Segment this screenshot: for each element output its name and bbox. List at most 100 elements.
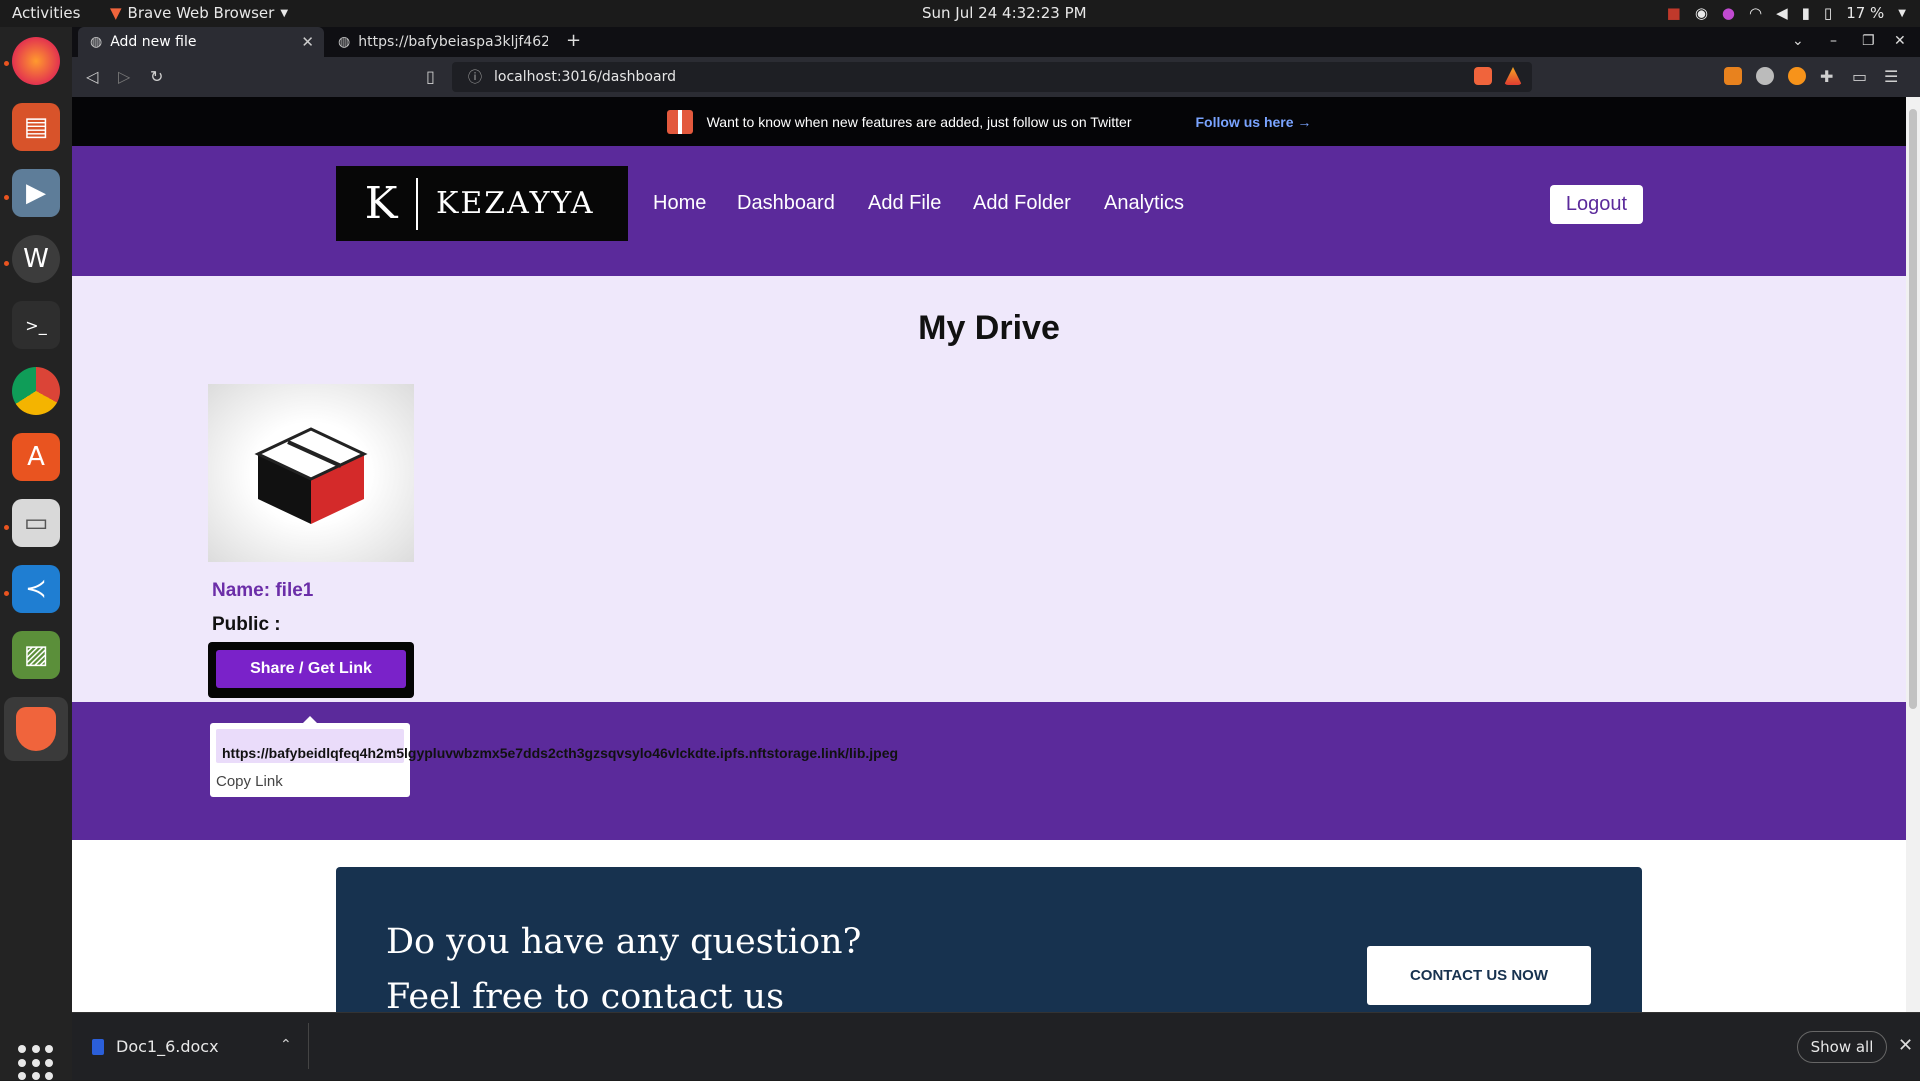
tab-add-new-file[interactable]: ◍ Add new file ✕: [78, 27, 324, 57]
browser-toolbar: ◁ ▷ ↻ ▯ ⓘ localhost:3016/dashboard ✚ ▭ ☰: [72, 57, 1920, 97]
brave-shields-icon[interactable]: [1474, 67, 1492, 85]
app-menu-label: Brave Web Browser: [127, 4, 275, 22]
follow-us-link[interactable]: Follow us here →: [1196, 114, 1312, 130]
tab-ipfs-link[interactable]: ◍ https://bafybeiaspa3kljf462x: [326, 27, 548, 57]
running-indicator: [4, 261, 9, 266]
dock: ▤ ▶ W >_ A ▭ ≺ ▨: [0, 27, 72, 1081]
image-viewer-icon[interactable]: ▨: [12, 631, 60, 679]
new-tab-button[interactable]: +: [566, 30, 581, 51]
file-public-label: Public :: [212, 614, 281, 635]
page-viewport: Want to know when new features are added…: [72, 97, 1906, 1012]
download-item[interactable]: Doc1_6.docx: [92, 1037, 219, 1056]
show-applications-icon[interactable]: [18, 1045, 54, 1081]
flag-icon: ■: [1666, 4, 1681, 22]
close-icon[interactable]: ✕: [301, 33, 314, 51]
page-title: My Drive: [918, 309, 1060, 347]
url-text: localhost:3016/dashboard: [494, 69, 676, 85]
contact-us-button[interactable]: CONTACT US NOW: [1367, 946, 1591, 1005]
tab-title: https://bafybeiaspa3kljf462x: [358, 34, 548, 50]
webstorm-icon[interactable]: W: [12, 235, 60, 283]
share-button-frame: Share / Get Link: [208, 642, 414, 698]
announcement-bar: Want to know when new features are added…: [72, 97, 1906, 146]
battery-icon: ▯: [1823, 4, 1833, 22]
announcement-text: Want to know when new features are added…: [706, 113, 1132, 130]
color-icon: ●: [1721, 4, 1736, 22]
globe-icon: ◍: [338, 34, 351, 50]
show-all-button[interactable]: Show all: [1797, 1031, 1887, 1063]
bookmark-icon[interactable]: ▯: [426, 67, 435, 86]
downloads-shelf: Doc1_6.docx ⌃ Show all ✕: [72, 1012, 1920, 1080]
file-name: Name: file1: [212, 580, 314, 601]
nav-add-file[interactable]: Add File: [868, 192, 941, 215]
chrome-icon[interactable]: [12, 367, 60, 415]
brave-icon[interactable]: [4, 697, 68, 761]
logo-mark: K: [364, 178, 398, 229]
minimize-button[interactable]: –: [1830, 33, 1837, 49]
clock[interactable]: Sun Jul 24 4:32:23 PM: [922, 4, 1087, 22]
site-info-icon: ⓘ: [468, 70, 482, 86]
wallet-icon[interactable]: ▭: [1852, 67, 1867, 86]
site-logo[interactable]: K KEZAYYA: [336, 166, 628, 241]
accessibility-icon: ◉: [1694, 4, 1708, 22]
wifi-icon: ◠: [1749, 4, 1763, 22]
videos-icon[interactable]: ▶: [12, 169, 60, 217]
running-indicator: [4, 195, 9, 200]
metamask-icon[interactable]: [1724, 67, 1742, 85]
tab-search-icon[interactable]: ⌄: [1792, 33, 1804, 49]
menu-icon[interactable]: ☰: [1884, 67, 1898, 86]
extensions-icon[interactable]: ✚: [1820, 67, 1833, 86]
vscode-icon[interactable]: ≺: [12, 565, 60, 613]
cta-heading: Do you have any question? Feel free to c…: [386, 922, 862, 1012]
tab-title: Add new file: [110, 34, 197, 50]
impress-icon[interactable]: ▤: [12, 103, 60, 151]
address-bar[interactable]: ⓘ localhost:3016/dashboard: [452, 62, 1532, 92]
chevron-down-icon: ▼: [1898, 7, 1906, 19]
download-file-name: Doc1_6.docx: [116, 1037, 219, 1056]
scrollbar-thumb[interactable]: [1909, 109, 1917, 709]
terminal-icon[interactable]: >_: [12, 301, 60, 349]
nav-home[interactable]: Home: [653, 192, 706, 215]
shelf-divider: [308, 1023, 309, 1069]
activities-button[interactable]: Activities: [12, 4, 80, 22]
document-icon: [92, 1038, 104, 1055]
maximize-button[interactable]: ❐: [1862, 33, 1875, 49]
battery-level: 17 %: [1846, 4, 1885, 22]
share-link-text[interactable]: https://bafybeidlqfeq4h2m5lgypluvwbzmx5e…: [222, 745, 898, 761]
browser-window: ◍ Add new file ✕ ◍ https://bafybeiaspa3k…: [72, 27, 1920, 1080]
logo-wordmark: KEZAYYA: [436, 186, 595, 221]
file-thumbnail[interactable]: [208, 384, 414, 562]
copy-link-button[interactable]: Copy Link: [216, 773, 283, 790]
volume-icon: ◀: [1776, 4, 1788, 22]
file-card: Name: file1 Public : Share / Get Link: [208, 376, 414, 702]
page-scrollbar[interactable]: [1906, 97, 1920, 1012]
system-top-bar: Activities ▼ Brave Web Browser ▼ Sun Jul…: [0, 0, 1920, 27]
files-icon[interactable]: ▭: [12, 499, 60, 547]
logout-button[interactable]: Logout: [1550, 185, 1643, 224]
chevron-down-icon: ▼: [280, 7, 289, 19]
logo-divider: [416, 177, 418, 230]
gift-icon: [666, 109, 693, 134]
share-get-link-button[interactable]: Share / Get Link: [216, 650, 406, 688]
contact-cta-banner: Do you have any question? Feel free to c…: [336, 867, 1642, 1012]
running-indicator: [4, 591, 9, 596]
app-menu[interactable]: ▼ Brave Web Browser ▼: [110, 4, 288, 22]
book-cube-logo-icon: [254, 427, 368, 524]
reload-button[interactable]: ↻: [150, 67, 163, 86]
nav-analytics[interactable]: Analytics: [1104, 192, 1184, 215]
nav-dashboard[interactable]: Dashboard: [737, 192, 835, 215]
back-button[interactable]: ◁: [86, 67, 98, 86]
close-window-button[interactable]: ✕: [1894, 33, 1906, 49]
chevron-up-icon[interactable]: ⌃: [280, 1037, 292, 1053]
system-tray[interactable]: ■ ◉ ● ◠ ◀ ▮ ▯ 17 % ▼: [1667, 4, 1906, 22]
crypto-wallet-icon[interactable]: [1788, 67, 1806, 85]
app-store-icon[interactable]: A: [12, 433, 60, 481]
close-icon[interactable]: ✕: [1898, 1035, 1913, 1056]
tab-strip: ◍ Add new file ✕ ◍ https://bafybeiaspa3k…: [72, 27, 1920, 57]
extension-icon[interactable]: [1756, 67, 1774, 85]
site-navbar: K KEZAYYA Home Dashboard Add File Add Fo…: [72, 146, 1906, 276]
nav-add-folder[interactable]: Add Folder: [973, 192, 1071, 215]
forward-button[interactable]: ▷: [118, 67, 130, 86]
running-indicator: [4, 525, 9, 530]
firefox-icon[interactable]: [12, 37, 60, 85]
microphone-icon: ▮: [1801, 4, 1810, 22]
